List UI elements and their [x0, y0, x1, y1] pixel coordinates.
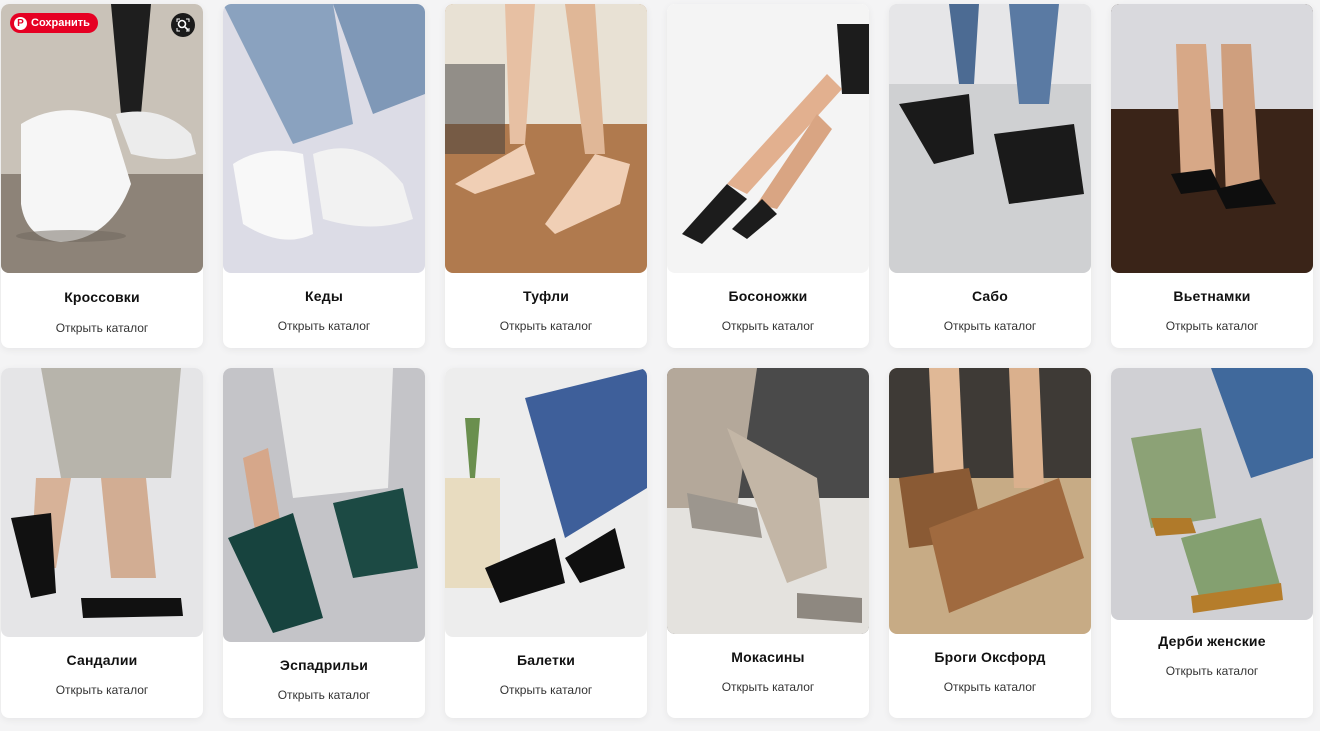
- card-image: [667, 4, 869, 273]
- card-image: [889, 368, 1091, 634]
- card-image: [223, 4, 425, 273]
- card-image: [889, 4, 1091, 273]
- catalog-card-kedy[interactable]: Кеды Открыть каталог: [223, 4, 425, 348]
- card-title: Кеды: [305, 288, 343, 304]
- card-image: [1111, 4, 1313, 273]
- pinterest-logo-icon: P: [14, 16, 27, 30]
- catalog-card-baletki[interactable]: Балетки Открыть каталог: [445, 368, 647, 718]
- save-label: Сохранить: [31, 17, 90, 29]
- pinterest-save-button[interactable]: P Сохранить: [10, 13, 98, 33]
- open-catalog-link[interactable]: Открыть каталог: [667, 319, 869, 333]
- card-title: Сабо: [971, 288, 1009, 304]
- open-catalog-link[interactable]: Открыть каталог: [445, 319, 647, 333]
- card-title: Кроссовки: [64, 289, 140, 305]
- open-catalog-link[interactable]: Открыть каталог: [1, 683, 203, 697]
- open-catalog-link[interactable]: Открыть каталог: [889, 319, 1091, 333]
- card-image: [1111, 368, 1313, 620]
- open-catalog-link[interactable]: Открыть каталог: [667, 680, 869, 694]
- catalog-card-sandalii[interactable]: Сандалии Открыть каталог: [1, 368, 203, 718]
- card-image: [667, 368, 869, 634]
- open-catalog-link[interactable]: Открыть каталог: [1, 321, 203, 335]
- card-title: Броги Оксфорд: [934, 649, 1046, 665]
- catalog-card-brogi-oxford[interactable]: Броги Оксфорд Открыть каталог: [889, 368, 1091, 718]
- open-catalog-link[interactable]: Открыть каталог: [445, 683, 647, 697]
- card-title: Туфли: [522, 288, 570, 304]
- card-title: Эспадрильи: [279, 657, 369, 673]
- catalog-card-espadrili[interactable]: Эспадрильи Открыть каталог: [223, 368, 425, 718]
- open-catalog-link[interactable]: Открыть каталог: [223, 319, 425, 333]
- catalog-card-sabo[interactable]: Сабо Открыть каталог: [889, 4, 1091, 348]
- card-title: Мокасины: [731, 649, 805, 665]
- card-image: [1, 368, 203, 637]
- catalog-card-mokasiny[interactable]: Мокасины Открыть каталог: [667, 368, 869, 718]
- card-title: Сандалии: [66, 652, 138, 668]
- catalog-card-sneakers[interactable]: Кроссовки Открыть каталог: [1, 4, 203, 348]
- catalog-card-bosonozhki[interactable]: Босоножки Открыть каталог: [667, 4, 869, 348]
- card-title: Дерби женские: [1158, 633, 1266, 649]
- card-image: [445, 4, 647, 273]
- card-image: [445, 368, 647, 637]
- card-title: Босоножки: [728, 288, 808, 304]
- card-title: Вьетнамки: [1173, 288, 1251, 304]
- open-catalog-link[interactable]: Открыть каталог: [223, 688, 425, 702]
- visual-search-icon[interactable]: [171, 13, 195, 37]
- open-catalog-link[interactable]: Открыть каталог: [1111, 319, 1313, 333]
- open-catalog-link[interactable]: Открыть каталог: [889, 680, 1091, 694]
- catalog-card-tufli[interactable]: Туфли Открыть каталог: [445, 4, 647, 348]
- open-catalog-link[interactable]: Открыть каталог: [1111, 664, 1313, 678]
- catalog-card-vyetnamki[interactable]: Вьетнамки Открыть каталог: [1111, 4, 1313, 348]
- card-title: Балетки: [516, 652, 576, 668]
- card-image: [1, 4, 203, 273]
- catalog-card-derbi[interactable]: Дерби женские Открыть каталог: [1111, 368, 1313, 718]
- card-image: [223, 368, 425, 642]
